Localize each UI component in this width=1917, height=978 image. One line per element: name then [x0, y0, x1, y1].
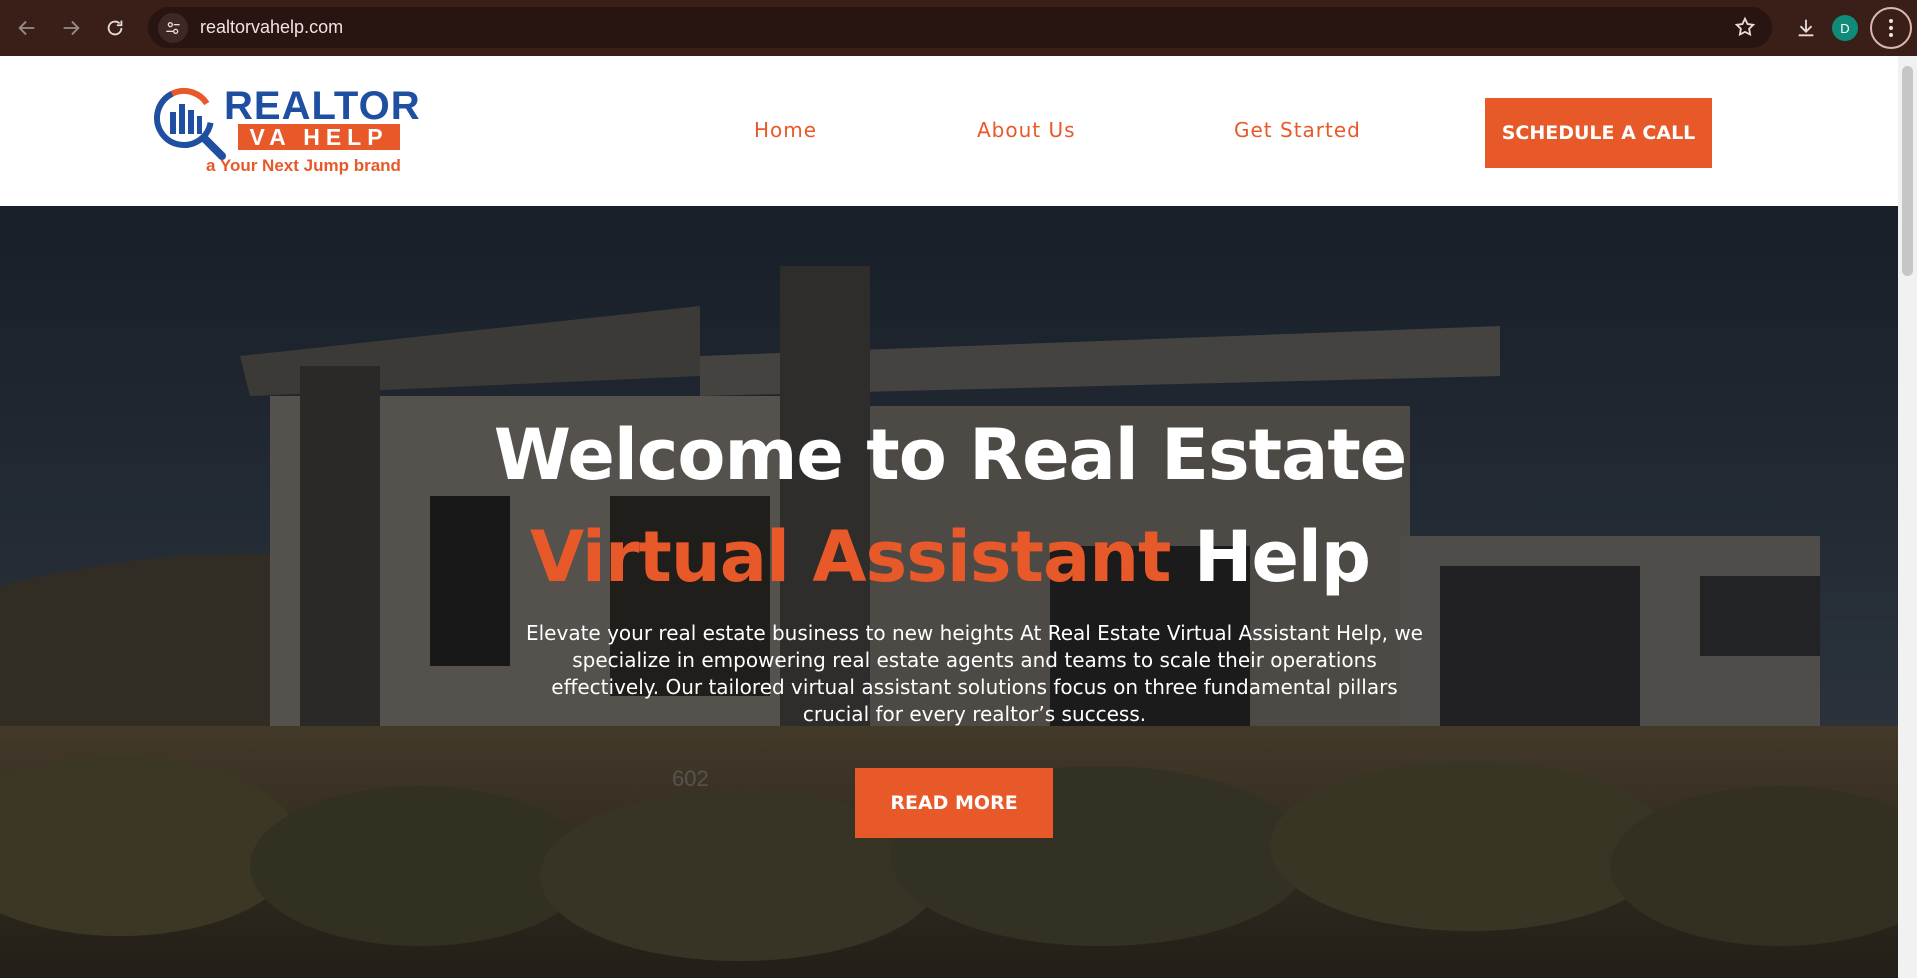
- nav-home[interactable]: Home: [754, 118, 817, 142]
- hero-title-plain: Help: [1193, 516, 1371, 598]
- browser-toolbar: realtorvahelp.com D: [0, 0, 1917, 56]
- tune-icon[interactable]: [158, 12, 188, 43]
- back-button[interactable]: [5, 6, 49, 50]
- arrow-left-icon: [18, 20, 35, 36]
- hero-title-line2: Virtual Assistant Help: [0, 516, 1898, 598]
- nav-get-started[interactable]: Get Started: [1234, 118, 1361, 142]
- profile-avatar[interactable]: D: [1832, 15, 1858, 41]
- scrollbar-thumb[interactable]: [1902, 66, 1913, 276]
- hero-title-accent: Virtual Assistant: [529, 516, 1172, 598]
- logo-magnifier-icon: [154, 88, 226, 160]
- hero-description: Elevate your real estate business to new…: [525, 621, 1423, 726]
- hero-section: 602 Welcome to Real Estate Virtual Assis…: [0, 206, 1898, 978]
- url-text[interactable]: realtorvahelp.com: [200, 17, 343, 38]
- logo-word: REALTOR: [224, 84, 421, 128]
- address-bar[interactable]: realtorvahelp.com: [148, 7, 1772, 48]
- arrow-right-icon: [63, 20, 80, 36]
- site-logo[interactable]: REALTOR VA HELP a Your Next Jump brand: [150, 84, 420, 184]
- nav-about-us[interactable]: About Us: [977, 118, 1076, 142]
- reload-icon: [107, 20, 123, 36]
- schedule-call-button[interactable]: SCHEDULE A CALL: [1485, 98, 1712, 168]
- kebab-menu-icon[interactable]: [1870, 7, 1912, 49]
- reload-button[interactable]: [93, 6, 137, 50]
- site-header: REALTOR VA HELP a Your Next Jump brand H…: [0, 56, 1898, 206]
- hero-title-line1: Welcome to Real Estate: [493, 414, 1408, 496]
- page-scrollbar[interactable]: [1898, 56, 1917, 978]
- star-icon[interactable]: [1734, 16, 1756, 43]
- logo-tagline: a Your Next Jump brand: [206, 156, 401, 175]
- download-icon[interactable]: [1784, 6, 1828, 50]
- forward-button[interactable]: [49, 6, 93, 50]
- read-more-button[interactable]: READ MORE: [855, 768, 1053, 838]
- logo-sub: VA HELP: [238, 124, 400, 150]
